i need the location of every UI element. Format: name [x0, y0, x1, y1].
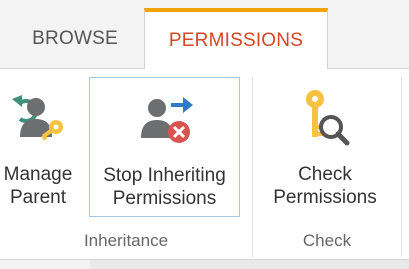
- tab-strip: BROWSE PERMISSIONS: [0, 0, 409, 69]
- stop-inheriting-permissions-button[interactable]: Stop Inheriting Permissions: [89, 77, 240, 217]
- check-permissions-label-line2: Permissions: [273, 187, 377, 208]
- tab-permissions[interactable]: PERMISSIONS: [144, 8, 328, 69]
- group-separator: [401, 77, 402, 257]
- manage-parent-label-line1: Manage: [3, 164, 73, 185]
- check-permissions-button[interactable]: Check Permissions: [258, 77, 392, 217]
- content-area-edge: [90, 260, 409, 269]
- group-inheritance: Manage Parent Stop Inheriting Permission…: [0, 69, 252, 259]
- stop-inheriting-label-line2: Permissions: [112, 188, 217, 209]
- manage-parent-icon: [12, 95, 63, 141]
- stop-inheriting-label: Stop Inheriting Permissions: [90, 164, 239, 210]
- stop-inheriting-icon: [140, 97, 193, 143]
- stop-inheriting-label-line1: Stop Inheriting: [103, 165, 226, 186]
- group-label-check: Check: [302, 231, 352, 250]
- check-permissions-label: Check Permissions: [258, 163, 392, 209]
- manage-parent-button[interactable]: Manage Parent: [0, 77, 86, 217]
- ribbon-body: Manage Parent Stop Inheriting Permission…: [0, 69, 409, 259]
- ribbon-bottom-edge: [0, 259, 409, 269]
- key-magnifier-icon: [306, 90, 350, 146]
- manage-parent-label-line2: Parent: [10, 187, 66, 208]
- check-permissions-label-line1: Check: [298, 164, 352, 185]
- manage-parent-label: Manage Parent: [0, 163, 86, 209]
- group-label-inheritance: Inheritance: [83, 231, 169, 250]
- ribbon: BROWSE PERMISSIONS Manage Parent Stop In…: [0, 0, 409, 269]
- tab-browse[interactable]: BROWSE: [16, 10, 134, 68]
